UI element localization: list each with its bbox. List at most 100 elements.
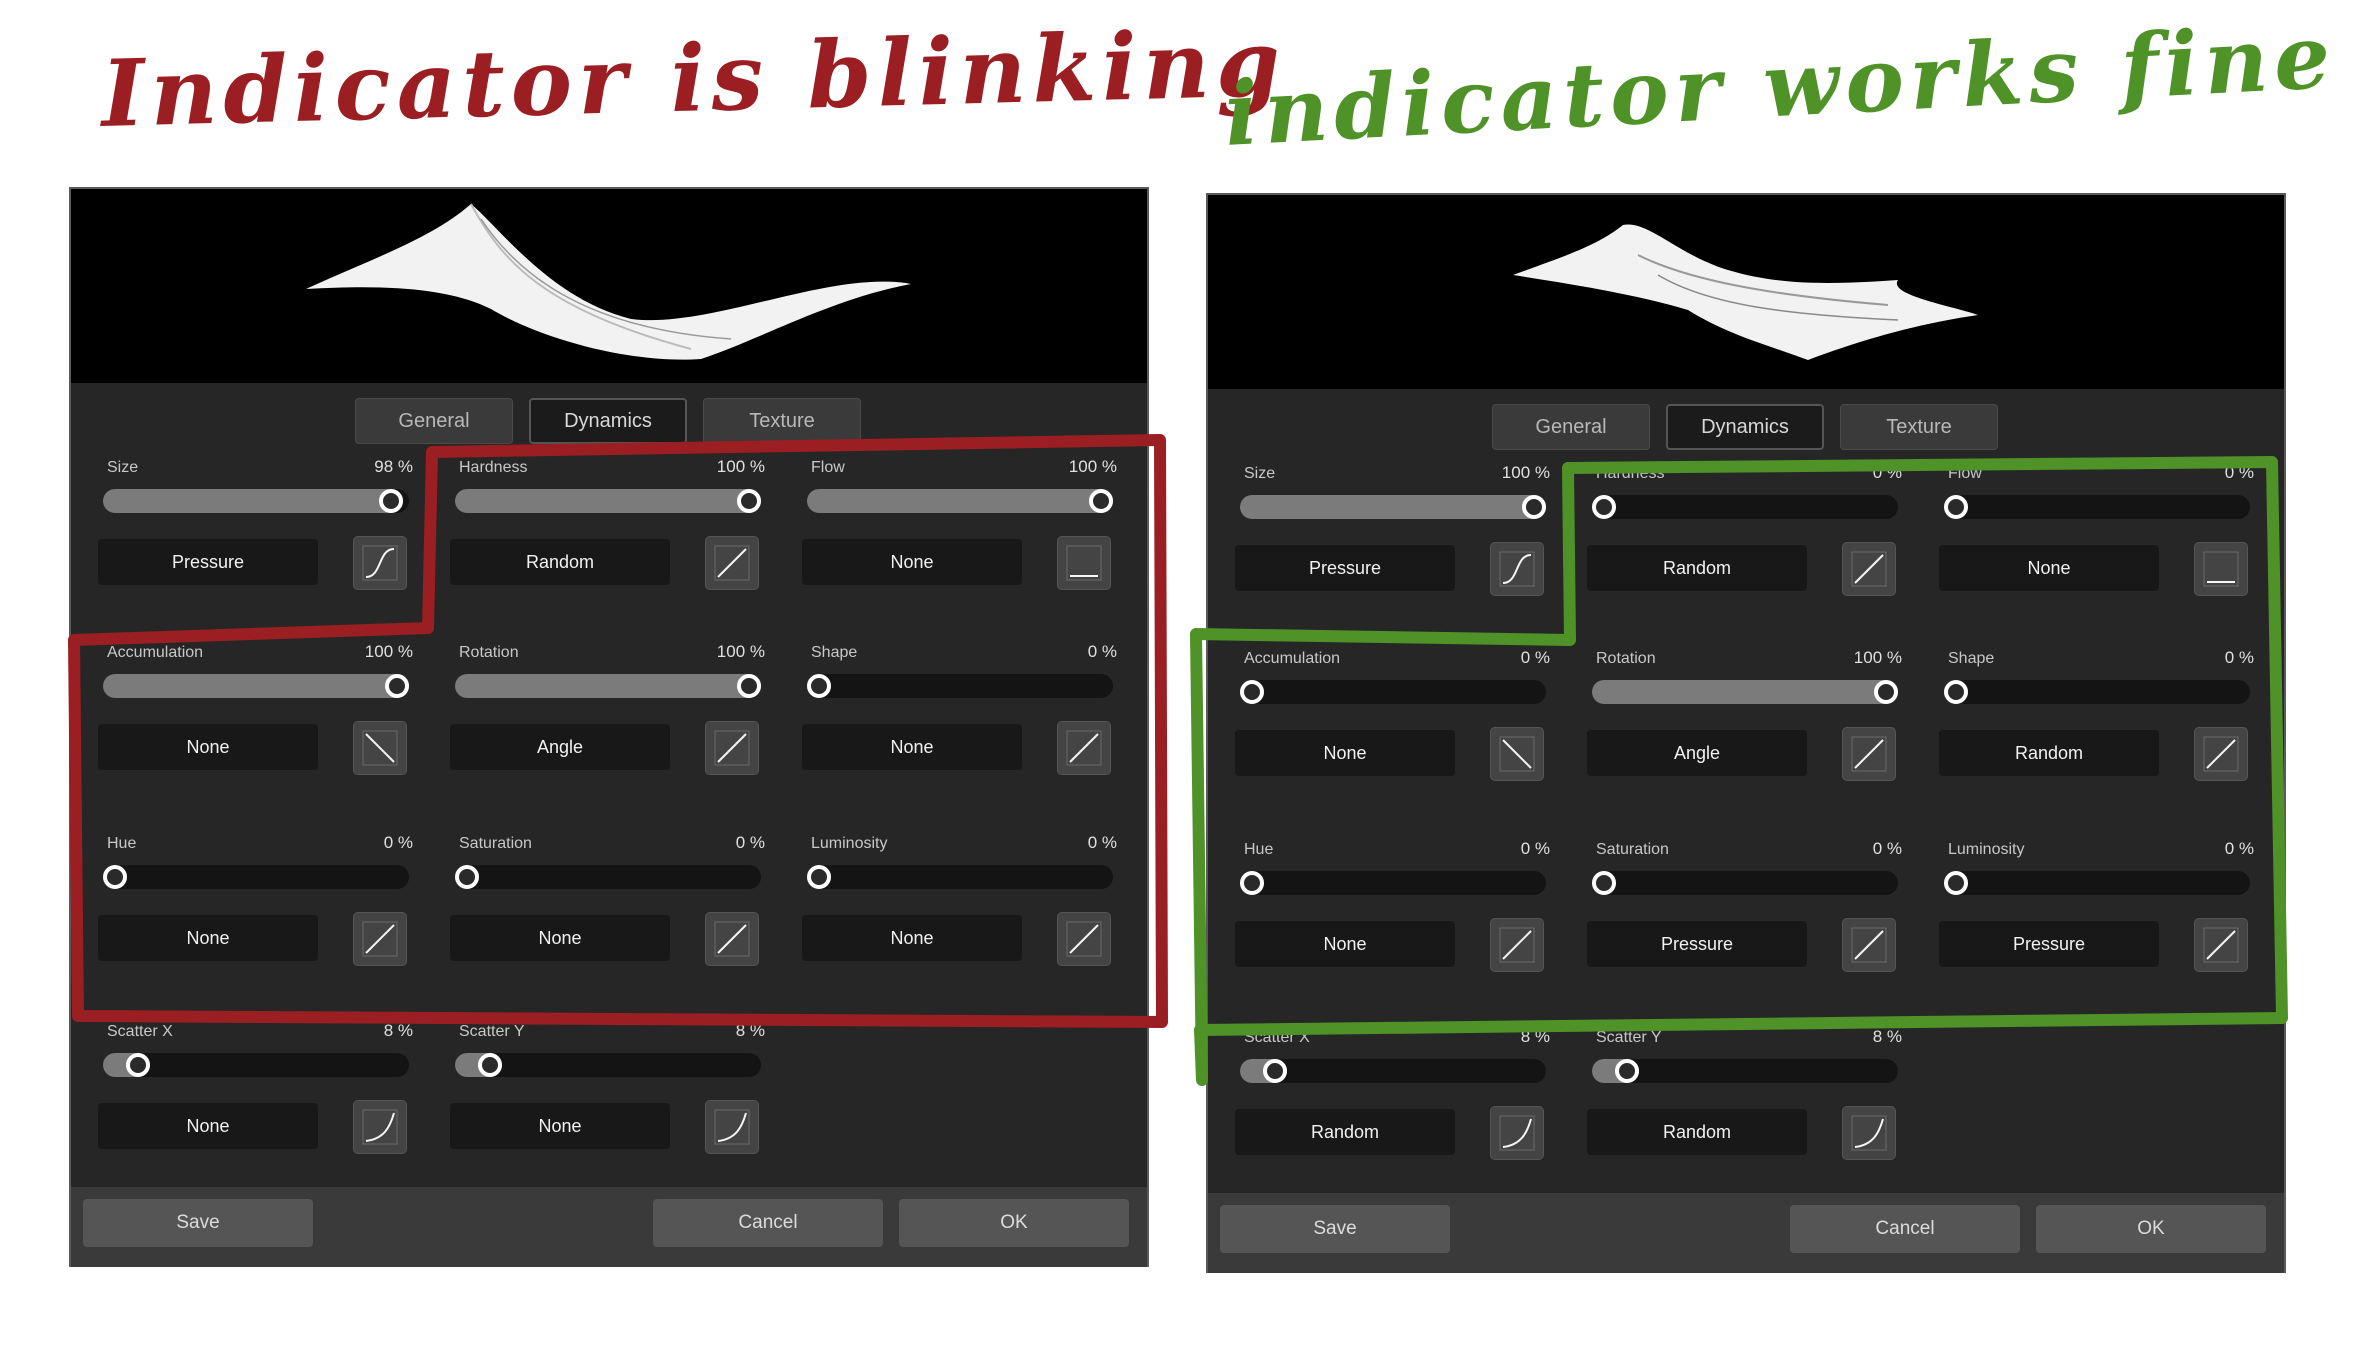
slider-handle[interactable] <box>126 1053 150 1077</box>
slider-handle[interactable] <box>379 489 403 513</box>
accumulation-curve-button[interactable] <box>1490 727 1544 781</box>
hardness-curve-button[interactable] <box>705 536 759 590</box>
scatter-y-slider[interactable] <box>1592 1059 1898 1083</box>
slider-handle[interactable] <box>478 1053 502 1077</box>
slider-handle[interactable] <box>1592 871 1616 895</box>
save-button[interactable]: Save <box>1220 1205 1450 1253</box>
size-mode-button[interactable]: Pressure <box>98 539 318 585</box>
slider-handle[interactable] <box>807 674 831 698</box>
ok-button[interactable]: OK <box>2036 1205 2266 1253</box>
rotation-slider[interactable] <box>455 674 761 698</box>
cancel-button[interactable]: Cancel <box>653 1199 883 1247</box>
slider-handle[interactable] <box>737 674 761 698</box>
hue-curve-button[interactable] <box>1490 918 1544 972</box>
size-curve-button[interactable] <box>353 536 407 590</box>
flow-slider[interactable] <box>807 489 1113 513</box>
saturation-mode-button[interactable]: Pressure <box>1587 921 1807 967</box>
scatter-y-curve-button[interactable] <box>1842 1106 1896 1160</box>
hardness-mode-button[interactable]: Random <box>450 539 670 585</box>
hue-curve-button[interactable] <box>353 912 407 966</box>
shape-curve-button[interactable] <box>1057 721 1111 775</box>
tab-dynamics[interactable]: Dynamics <box>529 398 687 444</box>
tab-texture[interactable]: Texture <box>1840 404 1998 450</box>
slider-handle[interactable] <box>1263 1059 1287 1083</box>
scatter-y-slider[interactable] <box>455 1053 761 1077</box>
slider-handle[interactable] <box>807 865 831 889</box>
slider-handle[interactable] <box>1944 871 1968 895</box>
slider-handle[interactable] <box>1944 680 1968 704</box>
luminosity-slider[interactable] <box>1944 871 2250 895</box>
flow-slider[interactable] <box>1944 495 2250 519</box>
accumulation-mode-button[interactable]: None <box>1235 730 1455 776</box>
slider-handle[interactable] <box>1240 680 1264 704</box>
saturation-curve-button[interactable] <box>705 912 759 966</box>
flow-curve-button[interactable] <box>2194 542 2248 596</box>
size-slider[interactable] <box>103 489 409 513</box>
slider-handle[interactable] <box>455 865 479 889</box>
luminosity-mode-button[interactable]: Pressure <box>1939 921 2159 967</box>
accumulation-slider[interactable] <box>1240 680 1546 704</box>
hardness-mode-button[interactable]: Random <box>1587 545 1807 591</box>
saturation-slider[interactable] <box>1592 871 1898 895</box>
rotation-slider[interactable] <box>1592 680 1898 704</box>
cancel-button[interactable]: Cancel <box>1790 1205 2020 1253</box>
luminosity-curve-button[interactable] <box>1057 912 1111 966</box>
accumulation-slider[interactable] <box>103 674 409 698</box>
rotation-mode-button[interactable]: Angle <box>450 724 670 770</box>
hue-mode-button[interactable]: None <box>98 915 318 961</box>
rotation-curve-button[interactable] <box>1842 727 1896 781</box>
save-button[interactable]: Save <box>83 1199 313 1247</box>
luminosity-slider[interactable] <box>807 865 1113 889</box>
size-curve-button[interactable] <box>1490 542 1544 596</box>
shape-curve-button[interactable] <box>2194 727 2248 781</box>
flow-mode-button[interactable]: None <box>802 539 1022 585</box>
slider-handle[interactable] <box>1240 871 1264 895</box>
shape-slider[interactable] <box>1944 680 2250 704</box>
hardness-slider[interactable] <box>1592 495 1898 519</box>
scatter-y-mode-button[interactable]: Random <box>1587 1109 1807 1155</box>
luminosity-mode-button[interactable]: None <box>802 915 1022 961</box>
slider-handle[interactable] <box>737 489 761 513</box>
slider-handle[interactable] <box>385 674 409 698</box>
slider-handle[interactable] <box>103 865 127 889</box>
tab-general[interactable]: General <box>355 398 513 444</box>
slider-handle[interactable] <box>1592 495 1616 519</box>
scatter-x-mode-button[interactable]: Random <box>1235 1109 1455 1155</box>
hue-slider[interactable] <box>1240 871 1546 895</box>
scatter-x-curve-button[interactable] <box>353 1100 407 1154</box>
shape-slider[interactable] <box>807 674 1113 698</box>
tab-texture[interactable]: Texture <box>703 398 861 444</box>
tab-general[interactable]: General <box>1492 404 1650 450</box>
scatter-y-curve-button[interactable] <box>705 1100 759 1154</box>
ok-button[interactable]: OK <box>899 1199 1129 1247</box>
slider-handle[interactable] <box>1089 489 1113 513</box>
scatter-y-mode-button[interactable]: None <box>450 1103 670 1149</box>
flow-mode-button[interactable]: None <box>1939 545 2159 591</box>
slider-handle[interactable] <box>1944 495 1968 519</box>
scatter-x-slider[interactable] <box>103 1053 409 1077</box>
tab-dynamics[interactable]: Dynamics <box>1666 404 1824 450</box>
accumulation-mode-button[interactable]: None <box>98 724 318 770</box>
rotation-curve-button[interactable] <box>705 721 759 775</box>
hardness-slider[interactable] <box>455 489 761 513</box>
shape-mode-button[interactable]: Random <box>1939 730 2159 776</box>
luminosity-curve-button[interactable] <box>2194 918 2248 972</box>
hue-slider[interactable] <box>103 865 409 889</box>
saturation-slider[interactable] <box>455 865 761 889</box>
hardness-curve-button[interactable] <box>1842 542 1896 596</box>
shape-mode-button[interactable]: None <box>802 724 1022 770</box>
size-mode-button[interactable]: Pressure <box>1235 545 1455 591</box>
scatter-x-slider[interactable] <box>1240 1059 1546 1083</box>
rotation-mode-button[interactable]: Angle <box>1587 730 1807 776</box>
size-slider[interactable] <box>1240 495 1546 519</box>
accumulation-curve-button[interactable] <box>353 721 407 775</box>
saturation-mode-button[interactable]: None <box>450 915 670 961</box>
hue-mode-button[interactable]: None <box>1235 921 1455 967</box>
scatter-x-mode-button[interactable]: None <box>98 1103 318 1149</box>
saturation-curve-button[interactable] <box>1842 918 1896 972</box>
slider-handle[interactable] <box>1615 1059 1639 1083</box>
slider-handle[interactable] <box>1874 680 1898 704</box>
flow-curve-button[interactable] <box>1057 536 1111 590</box>
scatter-x-curve-button[interactable] <box>1490 1106 1544 1160</box>
slider-handle[interactable] <box>1522 495 1546 519</box>
